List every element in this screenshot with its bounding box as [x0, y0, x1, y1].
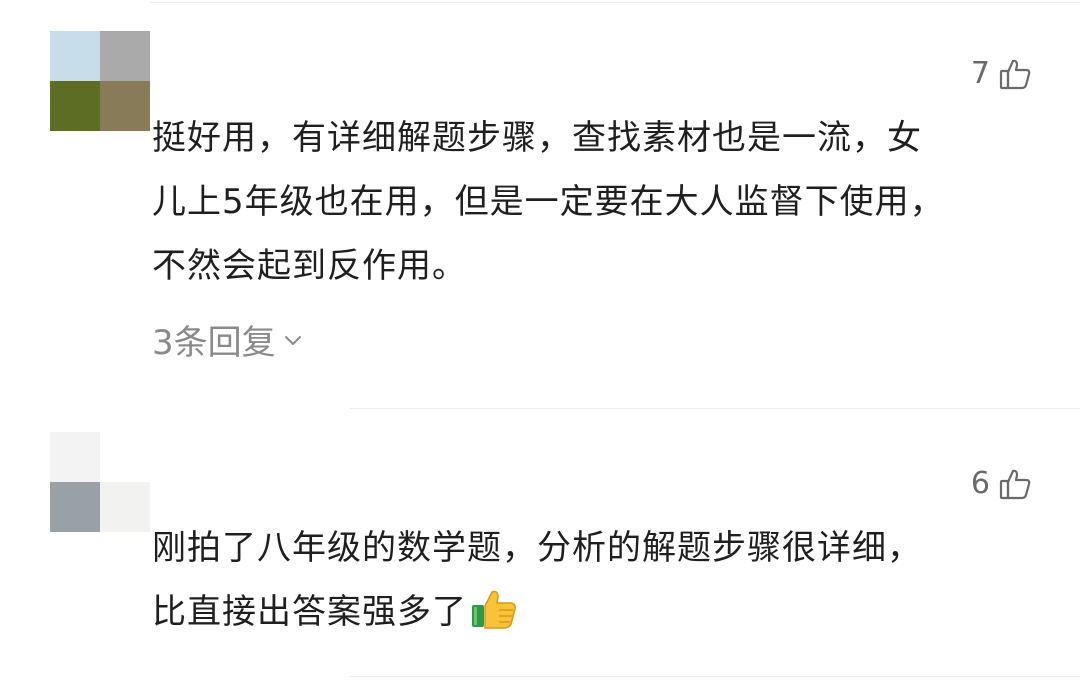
comment-line: 挺好用，有详细解题步骤，查找素材也是一流，女: [152, 118, 922, 158]
view-replies-button[interactable]: 3条回复: [152, 315, 304, 364]
chevron-down-icon: [282, 320, 304, 360]
divider-bottom: [350, 676, 1080, 677]
replies-label: 3条回复: [152, 323, 276, 363]
like-count: 6: [970, 466, 990, 501]
comment-line: 儿上5年级也在用，但是一定要在大人监督下使用，: [152, 182, 945, 222]
avatar-pixel: [100, 432, 150, 482]
comment-line-with-emoji: 比直接出答案强多了: [152, 580, 1052, 650]
avatar[interactable]: [50, 432, 150, 532]
avatar-pixel: [50, 482, 100, 532]
avatar-pixel: [100, 31, 150, 81]
like-count: 7: [970, 56, 990, 91]
comment-line: 不然会起到反作用。: [152, 246, 467, 286]
comment-text: 刚拍了八年级的数学题，分析的解题步骤很详细， 比直接出答案强多了: [152, 516, 1052, 650]
like-button[interactable]: 7: [971, 56, 1032, 91]
avatar-pixel: [50, 81, 100, 131]
avatar[interactable]: [50, 31, 150, 131]
divider-middle: [350, 408, 1080, 409]
thumbs-up-icon: [998, 467, 1032, 501]
comment-text: 挺好用，有详细解题步骤，查找素材也是一流，女 儿上5年级也在用，但是一定要在大人…: [152, 106, 1052, 298]
comment-line: 比直接出答案强多了: [152, 592, 467, 632]
divider-top: [150, 2, 1080, 3]
avatar-pixel: [50, 432, 100, 482]
avatar-pixel: [100, 81, 150, 131]
avatar-pixel: [100, 482, 150, 532]
avatar-pixel: [50, 31, 100, 81]
thumbs-up-icon: [998, 57, 1032, 91]
comment-line: 刚拍了八年级的数学题，分析的解题步骤很详细，: [152, 528, 922, 568]
thumbs-up-emoji-icon: [471, 586, 517, 650]
like-button[interactable]: 6: [971, 466, 1032, 501]
